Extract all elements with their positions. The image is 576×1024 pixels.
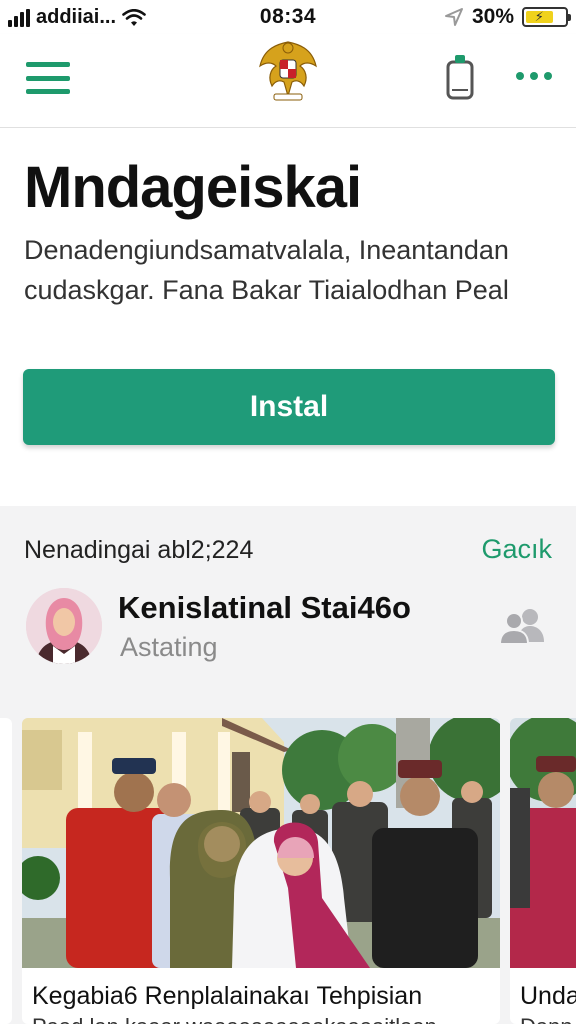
news-photo-next — [510, 718, 576, 968]
author-subtitle: Astating — [120, 632, 218, 662]
news-card[interactable]: Kegabia6 Renplalainakaı Tehpisian Paad l… — [22, 718, 500, 1024]
feed-header-action[interactable]: Gacık — [481, 534, 552, 565]
author-avatar[interactable] — [26, 588, 102, 664]
group-people-icon[interactable] — [498, 606, 546, 646]
phone-device-icon[interactable] — [444, 52, 476, 102]
top-navigation — [0, 34, 576, 128]
battery-percent: 30% — [471, 5, 514, 28]
status-bar: addiiai... 08:34 30% ⚡ — [0, 0, 576, 34]
app-hero: Mndageiskai Denadengiundsamatvalala, Ine… — [0, 128, 576, 506]
location-arrow-icon — [444, 8, 463, 26]
author-name[interactable]: Kenislatinal Stai46o — [118, 590, 411, 626]
news-card-subtitle: Paad lan kaaar waaaaaaaaaakaaaaitlaan — [32, 1014, 437, 1024]
status-right: 30% ⚡ — [444, 5, 571, 29]
news-card-next-subtitle: Dann — [520, 1014, 573, 1024]
news-card-next-title: Unda — [520, 982, 576, 1010]
app-title: Mndageiskai — [24, 155, 362, 220]
news-card-title: Kegabia6 Renplalainakaı Tehpisian — [32, 982, 423, 1010]
feed-section: Nenadingai abl2;224 Gacık Kenislatinal S… — [0, 506, 576, 1024]
battery-icon: ⚡ — [522, 7, 571, 27]
hamburger-icon[interactable] — [26, 62, 70, 94]
garuda-emblem-logo — [259, 41, 317, 101]
feed-header-label: Nenadingai abl2;224 — [24, 536, 254, 564]
description-line-2: cudaskgar. Fana Bakar Tiaialodhan Peal — [24, 275, 509, 305]
more-dots-icon[interactable] — [516, 72, 552, 80]
install-button[interactable]: Instal — [23, 369, 555, 445]
news-photo — [22, 718, 500, 968]
description-line-1: Denadengiundsamatvalala, Ineantandan — [24, 235, 509, 265]
news-card-next[interactable]: Unda Dann — [510, 718, 576, 1024]
previous-card-peek[interactable] — [0, 718, 12, 1024]
app-description: Denadengiundsamatvalala, Ineantandan cud… — [24, 230, 554, 310]
